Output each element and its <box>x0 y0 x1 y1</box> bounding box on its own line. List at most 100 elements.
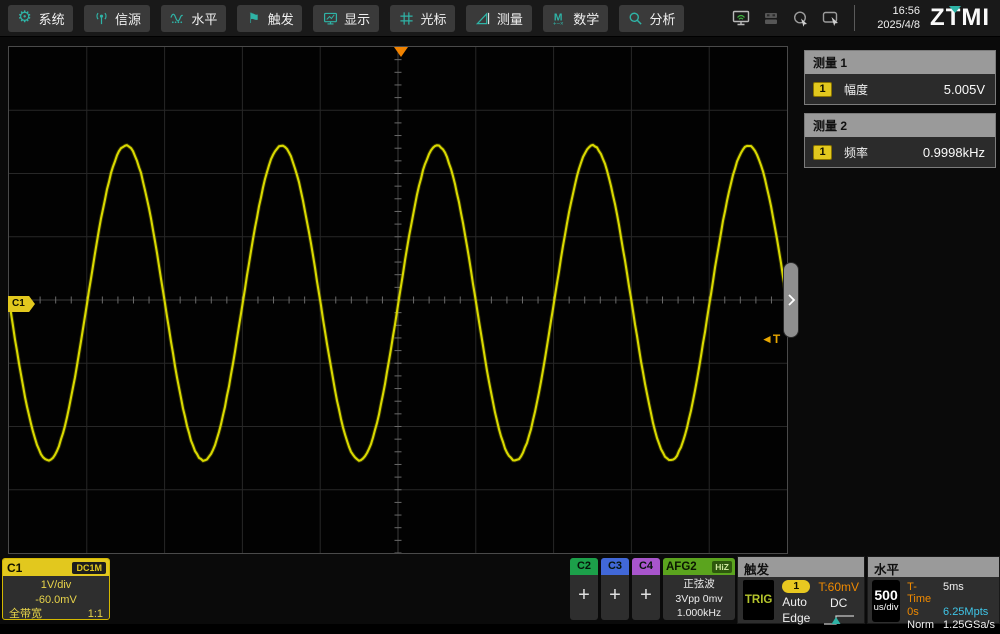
menu-label-source: 信源 <box>115 9 141 28</box>
afg-amplitude: 3Vpp 0mv <box>663 592 735 607</box>
channel4-button[interactable]: C4 + <box>632 558 660 620</box>
svg-text:+−×: +−× <box>553 20 564 25</box>
clock-date: 2025/4/8 <box>877 18 920 32</box>
top-menu-bar: ⚙ 系统 信源 水平 ⚑ 触发 显示 光标 测量 M+−× 数学 分析 1 <box>0 0 1000 37</box>
rising-edge-icon <box>822 612 856 630</box>
chevron-right-icon <box>787 293 796 307</box>
acquisition-mode: Norm <box>907 619 934 631</box>
menu-label-math: 数学 <box>573 9 599 28</box>
trigger-coupling: DC <box>830 596 847 610</box>
t-time-value: 5ms <box>943 581 995 605</box>
touch-icon <box>792 10 810 27</box>
measure-triangle-icon <box>475 10 491 26</box>
plus-icon: + <box>601 575 629 605</box>
channel1-probe-ratio: 1:1 <box>88 607 103 620</box>
menu-button-trigger[interactable]: ⚑ 触发 <box>237 5 302 32</box>
trigger-position-marker[interactable] <box>394 47 408 57</box>
menu-button-system[interactable]: ⚙ 系统 <box>8 5 73 32</box>
trigger-panel-body: TRIG 1 Auto Edge T:60mV DC <box>738 577 864 633</box>
horizontal-panel-body: 500 us/div T-Time 5ms 0s 6.25Mpts Norm 1… <box>868 577 999 634</box>
menu-button-analyze[interactable]: 分析 <box>619 5 684 32</box>
measurement-1-row[interactable]: 1 幅度 5.005V <box>805 74 995 104</box>
source-badge: 1 <box>813 145 832 160</box>
horizontal-panel-title: 水平 <box>868 557 999 577</box>
gear-icon: ⚙ <box>17 10 33 26</box>
menu-button-source[interactable]: 信源 <box>84 5 149 32</box>
sine-wave-icon <box>169 10 185 26</box>
trigger-mode: Auto <box>782 595 810 609</box>
memory-depth: 6.25Mpts <box>943 606 995 618</box>
afg-wave-type: 正弦波 <box>663 577 735 592</box>
t-time-label: T-Time <box>907 581 934 605</box>
side-panel-handle[interactable] <box>784 263 798 337</box>
trigger-panel-title: 触发 <box>738 557 864 577</box>
channel1-coupling-badge: DC1M <box>72 562 106 574</box>
afg-impedance-badge: HiZ <box>712 561 732 573</box>
afg-info-box[interactable]: AFG2 HiZ 正弦波 3Vpp 0mv 1.000kHz <box>663 558 735 620</box>
source-badge: 1 <box>813 82 832 97</box>
horizontal-panel[interactable]: 水平 500 us/div T-Time 5ms 0s 6.25Mpts Nor… <box>867 556 1000 624</box>
channel2-button[interactable]: C2 + <box>570 558 598 620</box>
bottom-status-bar: C1 DC1M 1V/div -60.0mV 全带宽 1:1 C2 + C3 +… <box>0 556 1000 624</box>
waveform-display: C1 ◄T <box>8 46 788 554</box>
menu-label-analyze: 分析 <box>650 9 676 28</box>
menu-label-display: 显示 <box>344 9 370 28</box>
channel1-scale: 1V/div <box>3 578 109 593</box>
gesture-icon <box>822 10 840 27</box>
measurement-card-2: 测量 2 1 频率 0.9998kHz <box>804 113 996 168</box>
measurement-panel: 测量 1 1 幅度 5.005V 测量 2 1 频率 0.9998kHz <box>800 42 1000 554</box>
clock-time: 16:56 <box>877 4 920 18</box>
trigger-source-badge: 1 <box>782 580 810 593</box>
menu-label-horizontal: 水平 <box>191 9 217 28</box>
measurement-2-value: 0.9998kHz <box>923 145 985 160</box>
cursor-grid-icon <box>398 10 414 26</box>
trigger-status-box: TRIG <box>743 580 774 620</box>
magnifier-icon <box>628 10 644 26</box>
oscilloscope-screen: { "topbar": { "menus": [ {"label": "系统",… <box>0 0 1000 624</box>
topbar-divider <box>854 5 855 31</box>
measurement-1-label: 幅度 <box>844 81 868 98</box>
channel1-offset: -60.0mV <box>3 593 109 608</box>
measurement-2-row[interactable]: 1 频率 0.9998kHz <box>805 137 995 167</box>
timebase-box[interactable]: 500 us/div <box>872 580 900 622</box>
waveform-svg <box>9 47 787 553</box>
menu-button-display[interactable]: 显示 <box>313 5 378 32</box>
channel3-name: C3 <box>601 558 629 575</box>
lan-icon <box>732 10 750 27</box>
channel1-header: C1 DC1M <box>3 559 109 576</box>
menu-label-cursor: 光标 <box>420 9 446 28</box>
menu-button-math[interactable]: M+−× 数学 <box>543 5 608 32</box>
afg-frequency: 1.000kHz <box>663 606 735 620</box>
measurement-1-value: 5.005V <box>944 82 985 97</box>
menu-label-trigger: 触发 <box>268 9 294 28</box>
logo-triangle-icon <box>949 6 961 13</box>
menu-button-horizontal[interactable]: 水平 <box>161 5 226 32</box>
measurement-card-1: 测量 1 1 幅度 5.005V <box>804 50 996 105</box>
afg-header: AFG2 HiZ <box>663 558 735 575</box>
math-m-icon: M+−× <box>551 10 567 26</box>
channel1-name: C1 <box>3 561 22 575</box>
menu-button-measure[interactable]: 测量 <box>466 5 531 32</box>
channel1-info-box[interactable]: C1 DC1M 1V/div -60.0mV 全带宽 1:1 <box>2 558 110 620</box>
menu-label-system: 系统 <box>39 9 65 28</box>
brand-logo: ZTMI <box>930 4 990 32</box>
menu-button-cursor[interactable]: 光标 <box>390 5 455 32</box>
channel1-bandwidth: 全带宽 <box>9 607 42 620</box>
plus-icon: + <box>632 575 660 605</box>
afg-name: AFG2 <box>666 561 697 573</box>
trigger-level-value: T:60mV <box>818 580 859 594</box>
usb-disk-icon <box>762 10 780 27</box>
timebase-value: 500 <box>874 588 897 603</box>
measurement-2-header: 测量 2 <box>805 114 995 137</box>
menu-label-measure: 测量 <box>497 9 523 28</box>
broadcast-icon <box>93 10 109 26</box>
flag-icon: ⚑ <box>246 10 262 26</box>
trigger-level-marker[interactable]: ◄T <box>761 332 780 346</box>
trigger-panel[interactable]: 触发 TRIG 1 Auto Edge T:60mV DC <box>737 556 865 624</box>
clock: 16:56 2025/4/8 <box>877 4 920 33</box>
channel3-button[interactable]: C3 + <box>601 558 629 620</box>
measurement-1-header: 测量 1 <box>805 51 995 74</box>
channel1-details: 1V/div -60.0mV 全带宽 1:1 <box>3 576 109 620</box>
timebase-unit: us/div <box>874 603 899 613</box>
channel2-name: C2 <box>570 558 598 575</box>
